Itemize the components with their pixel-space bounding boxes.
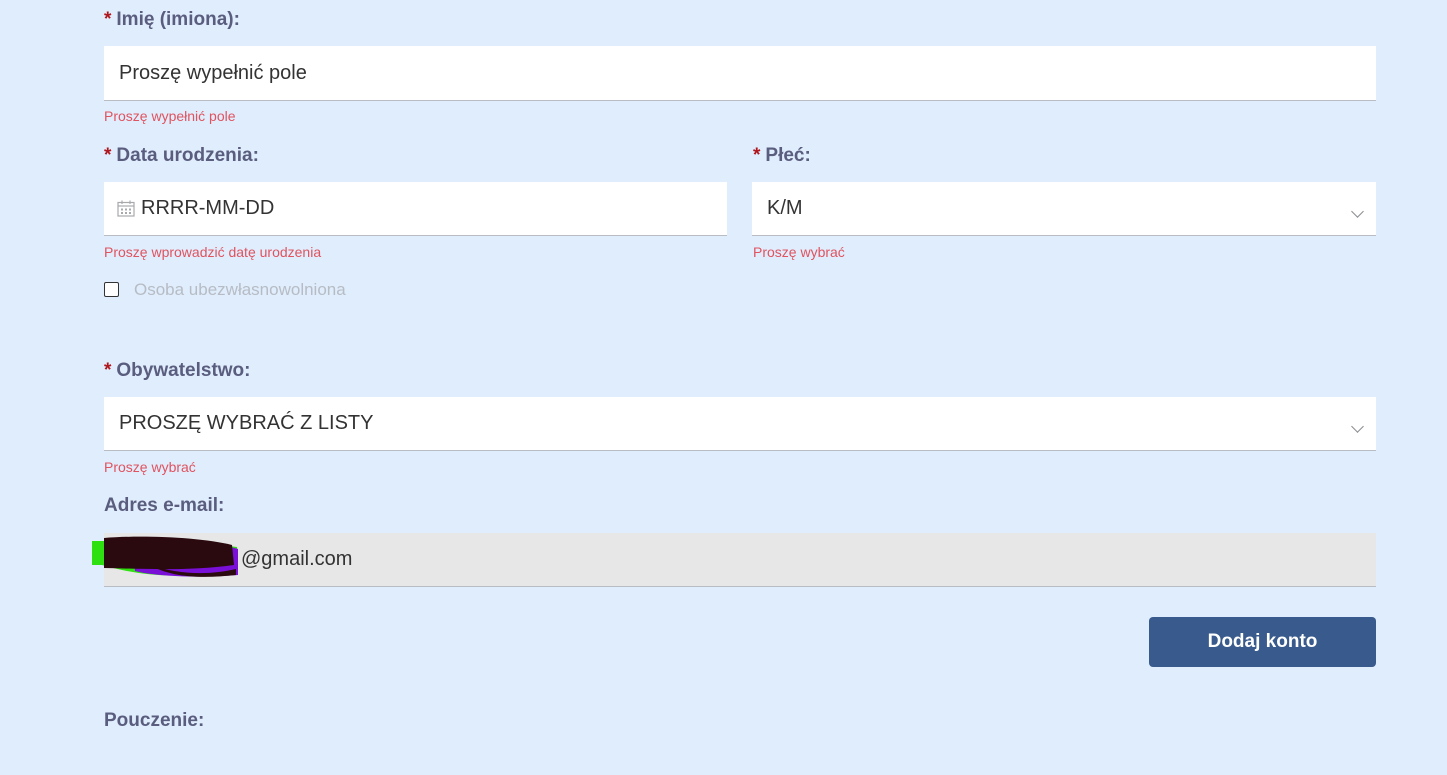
birth-date-input[interactable]: RRRR-MM-DD (104, 182, 727, 236)
birth-date-error: Proszę wprowadzić datę urodzenia (104, 244, 322, 260)
incapacitated-label[interactable]: Osoba ubezwłasnowolniona (134, 280, 346, 300)
first-name-error: Proszę wypełnić pole (104, 108, 236, 124)
gender-select[interactable]: K/M (752, 182, 1376, 236)
first-name-input[interactable]: Proszę wypełnić pole (104, 46, 1376, 101)
birth-date-label: * Data urodzenia: (104, 145, 259, 166)
email-field: @gmail.com (104, 533, 1376, 587)
first-name-label: * Imię (imiona): (104, 9, 240, 30)
gender-selected-value: K/M (767, 197, 803, 219)
gender-error: Proszę wybrać (753, 244, 845, 260)
required-marker: * (753, 145, 761, 166)
required-marker: * (104, 145, 112, 166)
instructions-heading: Pouczenie: (104, 710, 205, 731)
chevron-down-icon (1351, 204, 1364, 218)
required-marker: * (104, 360, 112, 381)
calendar-icon[interactable] (117, 200, 135, 217)
incapacitated-checkbox[interactable] (104, 282, 119, 297)
chevron-down-icon (1351, 419, 1364, 433)
citizenship-select[interactable]: PROSZĘ WYBRAĆ Z LISTY (104, 397, 1376, 451)
citizenship-label: * Obywatelstwo: (104, 360, 251, 381)
add-account-button[interactable]: Dodaj konto (1149, 617, 1376, 667)
citizenship-error: Proszę wybrać (104, 459, 196, 475)
birth-date-placeholder: RRRR-MM-DD (141, 197, 275, 219)
redaction-scribble (92, 536, 238, 577)
first-name-value: Proszę wypełnić pole (119, 61, 307, 84)
email-label: Adres e-mail: (104, 495, 225, 516)
required-marker: * (104, 9, 112, 30)
citizenship-selected-value: PROSZĘ WYBRAĆ Z LISTY (119, 412, 374, 434)
gender-label: * Płeć: (753, 145, 811, 166)
